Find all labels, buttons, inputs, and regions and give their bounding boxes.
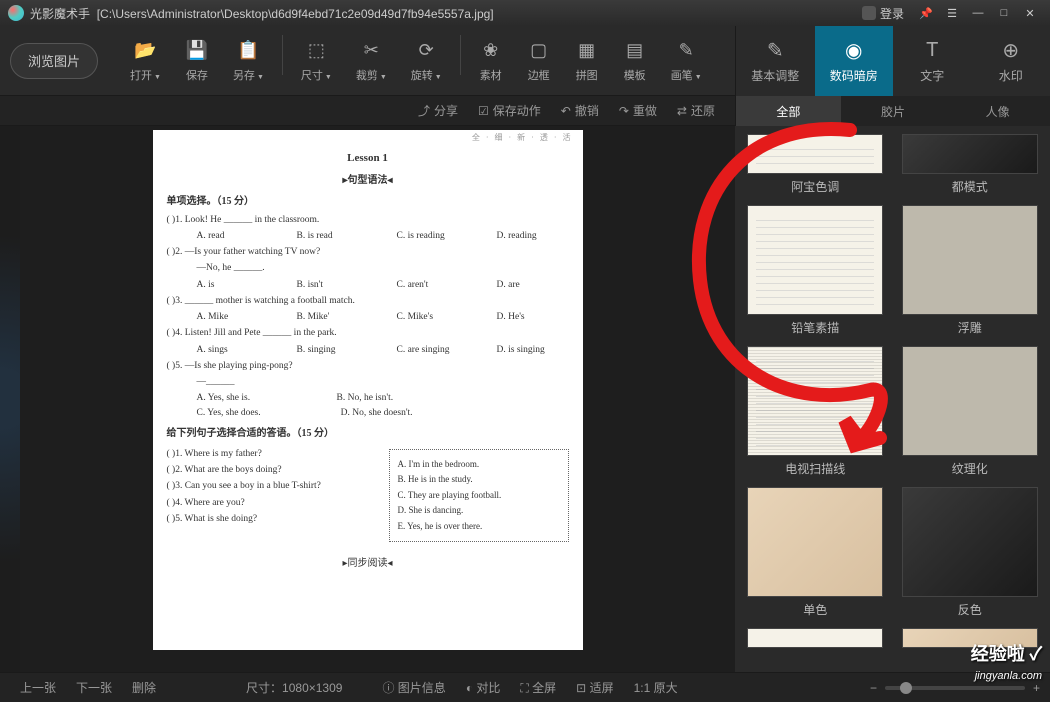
edit-icon: ✎	[761, 39, 789, 63]
status-bar: 上一张 下一张 删除 尺寸：1080×1309 ⓘ 图片信息 ◐ 对比 ⛶ 全屏…	[0, 672, 1050, 702]
redo-icon: ↷	[619, 104, 629, 118]
watermark-logo: 经验啦 ✓	[971, 640, 1042, 666]
filter-invert[interactable]: 反色	[902, 487, 1038, 618]
tab-watermark[interactable]: ⊕水印	[972, 26, 1050, 96]
filter-category-tabs: 全部 胶片 人像	[735, 96, 1050, 126]
save-button[interactable]: 💾保存	[173, 35, 221, 87]
rotate-icon: ⟳	[414, 39, 438, 63]
canvas-area[interactable]: 全 · 细 · 新 · 透 · 活 Lesson 1 ▸句型语法◂ 单项选择。（…	[0, 126, 735, 672]
image-info-button[interactable]: ⓘ 图片信息	[372, 679, 455, 696]
restore-button[interactable]: ⇄还原	[667, 102, 725, 119]
size-label: 尺寸：1080×1309	[246, 679, 342, 696]
watermark-icon: ⊕	[997, 39, 1025, 63]
filter-tab-portrait[interactable]: 人像	[945, 96, 1050, 126]
undo-icon: ↶	[561, 104, 571, 118]
login-label: 登录	[880, 5, 904, 22]
settings-button[interactable]: ☰	[940, 4, 964, 22]
save-action-icon: ☑	[478, 104, 489, 118]
border-button[interactable]: ▢边框	[515, 35, 563, 87]
filter-thumb	[902, 134, 1038, 174]
browse-images-button[interactable]: 浏览图片	[10, 43, 98, 79]
open-icon: 📂	[133, 39, 157, 63]
share-icon: ⤴	[418, 102, 430, 119]
tab-darkroom[interactable]: ◉数码暗房	[815, 26, 894, 96]
document-preview: 全 · 细 · 新 · 透 · 活 Lesson 1 ▸句型语法◂ 单项选择。（…	[153, 130, 583, 650]
save-action-button[interactable]: ☑保存动作	[468, 102, 551, 119]
zoom-slider[interactable]	[885, 686, 1025, 690]
zoom-handle[interactable]	[900, 682, 912, 694]
tab-text[interactable]: T文字	[893, 26, 972, 96]
brush-icon: ✎	[674, 39, 698, 63]
fit-screen-button[interactable]: ⊡ 适屏	[566, 679, 623, 696]
filter-thumb	[902, 205, 1038, 315]
filter-texture[interactable]: 纹理化	[902, 346, 1038, 477]
open-button[interactable]: 📂打开▼	[118, 35, 173, 87]
right-panel-tabs: ✎基本调整 ◉数码暗房 T文字 ⊕水印	[735, 26, 1050, 96]
size-button[interactable]: ⬚尺寸▼	[289, 35, 344, 87]
compare-button[interactable]: ◐ 对比	[456, 679, 511, 696]
rotate-button[interactable]: ⟳旋转▼	[399, 35, 454, 87]
user-icon	[862, 6, 876, 20]
save-icon: 💾	[185, 39, 209, 63]
filter-tab-film[interactable]: 胶片	[841, 96, 946, 126]
fullscreen-button[interactable]: ⛶ 全屏	[510, 679, 566, 696]
original-size-button[interactable]: 1:1 原大	[624, 679, 688, 696]
restore-icon: ⇄	[677, 104, 687, 118]
login-button[interactable]: 登录	[854, 3, 912, 24]
prev-image-button[interactable]: 上一张	[10, 679, 66, 696]
save-as-button[interactable]: 📋另存▼	[221, 35, 276, 87]
border-icon: ▢	[527, 39, 551, 63]
redo-button[interactable]: ↷重做	[609, 102, 667, 119]
template-icon: ▤	[623, 39, 647, 63]
brush-button[interactable]: ✎画笔▼	[659, 35, 714, 87]
filter-thumb	[902, 487, 1038, 597]
material-button[interactable]: ❀素材	[467, 35, 515, 87]
titlebar: 光影魔术手 [C:\Users\Administrator\Desktop\d6…	[0, 0, 1050, 26]
filter-thumb	[747, 134, 883, 174]
filter-thumb	[747, 346, 883, 456]
filter-grid[interactable]: 阿宝色调 都模式 铅笔素描 浮雕 电视扫描线 纹理化 单色 反色	[735, 126, 1050, 672]
crop-icon: ✂	[359, 39, 383, 63]
undo-button[interactable]: ↶撤销	[551, 102, 609, 119]
collage-button[interactable]: ▦拼图	[563, 35, 611, 87]
collage-icon: ▦	[575, 39, 599, 63]
maximize-button[interactable]: □	[992, 4, 1016, 22]
material-icon: ❀	[479, 39, 503, 63]
camera-icon: ◉	[840, 39, 868, 63]
filter-tv-scanline[interactable]: 电视扫描线	[747, 346, 883, 477]
size-icon: ⬚	[304, 39, 328, 63]
filter-thumb	[747, 205, 883, 315]
watermark-url: jingyanla.com	[975, 670, 1042, 682]
filter-pencil-sketch[interactable]: 铅笔素描	[747, 205, 883, 336]
tab-basic-adjust[interactable]: ✎基本调整	[736, 26, 815, 96]
main-toolbar: 浏览图片 📂打开▼ 💾保存 📋另存▼ ⬚尺寸▼ ✂裁剪▼ ⟳旋转▼ ❀素材 ▢边…	[0, 26, 735, 96]
filter-abao[interactable]: 阿宝色调	[747, 134, 883, 195]
zoom-in-button[interactable]: +	[1033, 681, 1040, 695]
filter-tab-all[interactable]: 全部	[736, 96, 841, 126]
pin-button[interactable]: 📌	[914, 4, 938, 22]
filter-thumb	[902, 346, 1038, 456]
effects-panel: 阿宝色调 都模式 铅笔素描 浮雕 电视扫描线 纹理化 单色 反色	[735, 126, 1050, 672]
filter-more[interactable]	[747, 628, 883, 648]
app-icon	[8, 5, 24, 21]
window-title: 光影魔术手 [C:\Users\Administrator\Desktop\d6…	[30, 5, 854, 22]
filter-thumb	[747, 487, 883, 597]
filter-mono[interactable]: 单色	[747, 487, 883, 618]
zoom-out-button[interactable]: −	[870, 681, 877, 695]
filter-mode[interactable]: 都模式	[902, 134, 1038, 195]
text-icon: T	[918, 39, 946, 63]
save-as-icon: 📋	[236, 39, 260, 63]
filter-thumb	[747, 628, 883, 648]
minimize-button[interactable]: —	[966, 4, 990, 22]
crop-button[interactable]: ✂裁剪▼	[344, 35, 399, 87]
delete-button[interactable]: 删除	[122, 679, 166, 696]
template-button[interactable]: ▤模板	[611, 35, 659, 87]
share-button[interactable]: ⤴分享	[408, 102, 468, 119]
next-image-button[interactable]: 下一张	[66, 679, 122, 696]
sub-toolbar: ⤴分享 ☑保存动作 ↶撤销 ↷重做 ⇄还原	[0, 96, 735, 126]
close-button[interactable]: ✕	[1018, 4, 1042, 22]
filter-emboss[interactable]: 浮雕	[902, 205, 1038, 336]
